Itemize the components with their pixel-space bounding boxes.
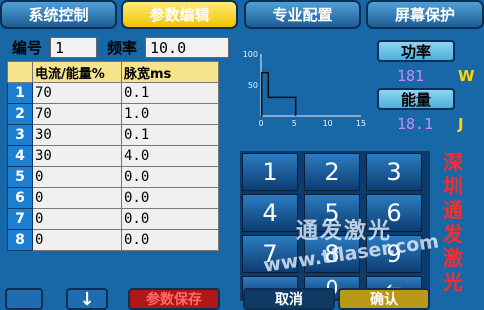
table-row: 1 70 0.1 [7, 82, 219, 104]
row-index[interactable]: 6 [7, 187, 33, 209]
brand-char: 光 [443, 270, 463, 294]
number-field[interactable]: 1 [50, 37, 97, 58]
table-header-row: 电流/能量% 脉宽ms [7, 61, 219, 83]
row-index[interactable]: 2 [7, 103, 33, 125]
pulse-width-cell[interactable]: 1.0 [121, 103, 219, 125]
current-cell[interactable]: 0 [32, 229, 122, 251]
bottom-button-left[interactable] [5, 288, 43, 310]
brand-char: 发 [443, 222, 463, 246]
power-unit: W [458, 67, 475, 85]
pulse-width-cell[interactable]: 0.1 [121, 124, 219, 146]
brand-char: 圳 [443, 174, 463, 198]
current-cell[interactable]: 30 [32, 124, 122, 146]
pulse-waveform-chart: 0 5 10 15 100 50 [243, 50, 366, 128]
pulse-parameter-table: 电流/能量% 脉宽ms 1 70 0.1 2 70 1.0 3 30 0.1 4 30 4.0 … [7, 61, 219, 251]
power-label: 功率 [377, 40, 455, 62]
pulse-width-cell[interactable]: 0.1 [121, 82, 219, 104]
brand-char: 激 [443, 246, 463, 270]
tab-label: 屏幕保护 [394, 6, 455, 24]
row-index[interactable]: 1 [7, 82, 33, 104]
tab-label: 专业配置 [272, 6, 333, 24]
pulse-width-cell[interactable]: 4.0 [121, 145, 219, 167]
frequency-field[interactable]: 10.0 [145, 37, 229, 58]
table-row: 7 0 0.0 [7, 208, 219, 230]
x-tick-label: 0 [258, 119, 263, 128]
key-3[interactable]: 3 [366, 153, 422, 191]
tab-professional-config[interactable]: 专业配置 [244, 0, 361, 29]
pulse-width-cell[interactable]: 0.0 [121, 187, 219, 209]
x-tick-label: 5 [292, 119, 297, 128]
waveform-line [260, 71, 297, 117]
tab-label: 系统控制 [28, 6, 89, 24]
x-tick-label: 10 [323, 119, 333, 128]
move-down-button[interactable]: ↓ [66, 288, 108, 310]
energy-unit: J [458, 115, 464, 133]
table-row: 4 30 4.0 [7, 145, 219, 167]
tab-label: 参数编辑 [149, 6, 210, 24]
tab-parameter-edit[interactable]: 参数编辑 [121, 0, 238, 29]
frequency-label: 频率 [100, 37, 144, 58]
row-index[interactable]: 4 [7, 145, 33, 167]
current-cell[interactable]: 70 [32, 103, 122, 125]
table-row: 5 0 0.0 [7, 166, 219, 188]
index-header [7, 61, 33, 83]
tab-screen-saver[interactable]: 屏幕保护 [366, 0, 484, 29]
column-header-current: 电流/能量% [32, 61, 122, 83]
tab-system-control[interactable]: 系统控制 [0, 0, 117, 29]
table-row: 8 0 0.0 [7, 229, 219, 251]
key-1[interactable]: 1 [242, 153, 298, 191]
column-header-pulse-width: 脉宽ms [121, 61, 219, 83]
key-2[interactable]: 2 [304, 153, 360, 191]
power-value: 181 [397, 67, 425, 85]
y-tick-label: 100 [243, 50, 258, 59]
cancel-button[interactable]: 取消 [243, 288, 335, 310]
table-row: 3 30 0.1 [7, 124, 219, 146]
brand-char: 通 [443, 198, 463, 222]
current-cell[interactable]: 0 [32, 187, 122, 209]
arrow-down-icon: ↓ [79, 288, 95, 310]
brand-char: 深 [443, 150, 463, 174]
brand-vertical-text: 深 圳 通 发 激 光 [441, 150, 465, 294]
energy-value: 18.1 [397, 115, 434, 133]
row-index[interactable]: 8 [7, 229, 33, 251]
pulse-width-cell[interactable]: 0.0 [121, 229, 219, 251]
table-row: 6 0 0.0 [7, 187, 219, 209]
pulse-width-cell[interactable]: 0.0 [121, 208, 219, 230]
confirm-button[interactable]: 确认 [338, 288, 430, 310]
current-cell[interactable]: 0 [32, 208, 122, 230]
x-tick-label: 15 [356, 119, 366, 128]
row-index[interactable]: 3 [7, 124, 33, 146]
current-cell[interactable]: 0 [32, 166, 122, 188]
pulse-width-cell[interactable]: 0.0 [121, 166, 219, 188]
current-cell[interactable]: 30 [32, 145, 122, 167]
save-parameters-button[interactable]: 参数保存 [128, 288, 220, 310]
row-index[interactable]: 7 [7, 208, 33, 230]
number-label: 编号 [5, 37, 49, 58]
y-tick-label: 50 [248, 81, 258, 90]
row-index[interactable]: 5 [7, 166, 33, 188]
key-4[interactable]: 4 [242, 194, 298, 232]
table-row: 2 70 1.0 [7, 103, 219, 125]
current-cell[interactable]: 70 [32, 82, 122, 104]
energy-label: 能量 [377, 88, 455, 110]
